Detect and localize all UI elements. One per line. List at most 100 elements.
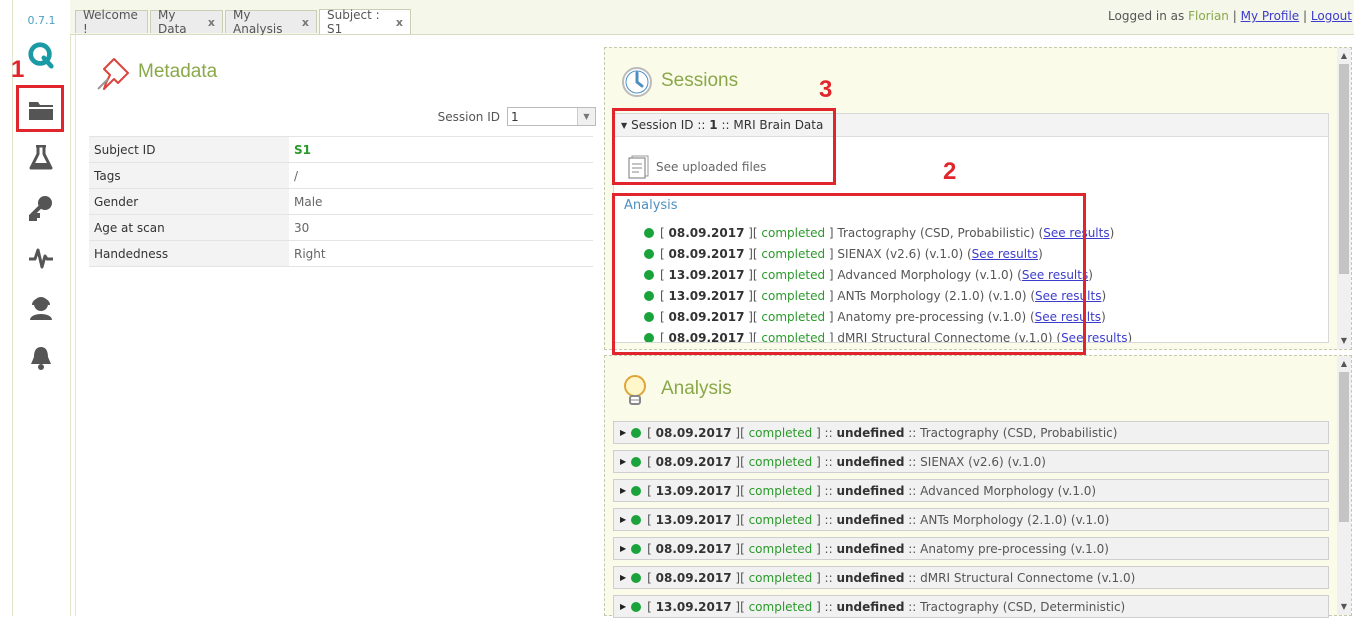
analysis-row[interactable]: ▶[ 08.09.2017 ][ completed ] :: undefine… [613, 566, 1329, 589]
flask-icon[interactable] [27, 144, 55, 172]
analysis-row[interactable]: ▶[ 08.09.2017 ][ completed ] :: undefine… [613, 537, 1329, 560]
metadata-key: Subject ID [89, 136, 289, 163]
metadata-value: 30 [289, 214, 593, 241]
clock-icon [621, 66, 653, 101]
key-icon[interactable] [27, 194, 55, 222]
metadata-value: Right [289, 240, 593, 267]
session-id-value: 1 [511, 110, 519, 124]
analysis-row[interactable]: ▶[ 08.09.2017 ][ completed ] :: undefine… [613, 450, 1329, 473]
table-row: Gender Male [89, 188, 593, 215]
analysis-date: 13.09.2017 [655, 483, 732, 498]
metadata-value: / [289, 162, 593, 189]
analysis-status: completed [748, 541, 813, 556]
caret-right-icon[interactable]: ▶ [620, 602, 626, 611]
analysis-status: completed [748, 512, 813, 527]
tab-label: Welcome ! [83, 8, 138, 36]
caret-right-icon[interactable]: ▶ [620, 544, 626, 553]
tab-my-analysis[interactable]: My Analysis x [225, 8, 317, 36]
caret-right-icon[interactable]: ▶ [620, 428, 626, 437]
close-icon[interactable]: x [396, 16, 403, 29]
status-dot [631, 427, 642, 438]
close-icon[interactable]: x [208, 16, 215, 29]
bell-icon[interactable] [27, 344, 55, 372]
table-row: Age at scan 30 [89, 214, 593, 241]
scroll-thumb[interactable] [1339, 372, 1349, 522]
analysis-subject: undefined [836, 425, 905, 440]
annotation-number-3: 3 [819, 76, 833, 103]
analysis-name: ANTs Morphology (2.1.0) (v.1.0) [920, 512, 1110, 527]
analysis-date: 13.09.2017 [655, 512, 732, 527]
metadata-key: Gender [89, 188, 289, 215]
login-info: Logged in as Florian | My Profile | Logo… [1108, 9, 1352, 23]
analysis-subject: undefined [836, 512, 905, 527]
metadata-value: S1 [289, 136, 593, 163]
caret-right-icon[interactable]: ▶ [620, 515, 626, 524]
scroll-thumb[interactable] [1339, 64, 1349, 274]
login-user: Florian [1188, 9, 1229, 23]
analysis-subject: undefined [836, 599, 905, 614]
logout-link[interactable]: Logout [1311, 9, 1352, 23]
metadata-key: Handedness [89, 240, 289, 267]
tab-label: My Data [158, 8, 187, 36]
analysis-row[interactable]: ▶[ 13.09.2017 ][ completed ] :: undefine… [613, 595, 1329, 618]
analysis-date: 08.09.2017 [655, 425, 732, 440]
logo-icon[interactable] [27, 41, 55, 69]
pulse-icon[interactable] [27, 244, 55, 272]
tab-label: My Analysis [233, 8, 283, 36]
sessions-title: Sessions [661, 70, 739, 91]
scroll-up-icon[interactable]: ▲ [1337, 358, 1351, 370]
analysis-name: Tractography (CSD, Probabilistic) [920, 425, 1118, 440]
tab-my-data[interactable]: My Data x [150, 8, 223, 36]
analysis-status: completed [748, 599, 813, 614]
table-row: Handedness Right [89, 240, 593, 267]
analysis-subject: undefined [836, 570, 905, 585]
status-dot [631, 601, 642, 612]
metadata-title: Metadata [138, 61, 218, 82]
status-dot [631, 572, 642, 583]
annotation-box-1 [16, 85, 64, 132]
user-support-icon[interactable] [27, 294, 55, 322]
analysis-status: completed [748, 570, 813, 585]
analysis-subject: undefined [836, 483, 905, 498]
annotation-box-3 [612, 108, 836, 185]
scroll-up-icon[interactable]: ▲ [1337, 50, 1351, 62]
status-dot [631, 485, 642, 496]
metadata-value: Male [289, 188, 593, 215]
table-row: Subject ID S1 [89, 136, 593, 163]
status-dot [631, 543, 642, 554]
analysis-name: Advanced Morphology (v.1.0) [920, 483, 1097, 498]
tab-subject-s1[interactable]: Subject : S1 x [319, 8, 411, 36]
annotation-box-2 [612, 193, 1086, 355]
close-icon[interactable]: x [302, 16, 309, 29]
tab-bar: Welcome ! My Data x My Analysis x Subjec… [70, 0, 1354, 36]
analysis-status: completed [748, 483, 813, 498]
caret-right-icon[interactable]: ▶ [620, 573, 626, 582]
scroll-down-icon[interactable]: ▼ [1337, 335, 1351, 347]
scroll-down-icon[interactable]: ▼ [1337, 601, 1351, 613]
caret-right-icon[interactable]: ▶ [620, 457, 626, 466]
separator: | [1232, 9, 1237, 23]
analysis-row[interactable]: ▶[ 13.09.2017 ][ completed ] :: undefine… [613, 479, 1329, 502]
analysis-date: 08.09.2017 [655, 541, 732, 556]
table-row: Tags / [89, 162, 593, 189]
analysis-subject: undefined [836, 541, 905, 556]
analysis-name: Anatomy pre-processing (v.1.0) [920, 541, 1109, 556]
analysis-title: Analysis [661, 378, 732, 399]
tab-label: Subject : S1 [327, 8, 380, 36]
analysis-row[interactable]: ▶[ 13.09.2017 ][ completed ] :: undefine… [613, 508, 1329, 531]
session-id-select[interactable]: 1 ▼ [507, 107, 596, 126]
sessions-scrollbar[interactable]: ▲ ▼ [1337, 48, 1351, 349]
tab-welcome[interactable]: Welcome ! [75, 8, 148, 36]
metadata-table: Subject ID S1 Tags / Gender Male Age at … [89, 136, 593, 267]
annotation-number-1: 1 [11, 56, 25, 83]
lightbulb-icon [621, 374, 649, 411]
annotation-number-2: 2 [943, 158, 957, 185]
session-id-label: Session ID [437, 110, 500, 124]
analysis-date: 13.09.2017 [655, 599, 732, 614]
analysis-scrollbar[interactable]: ▲ ▼ [1337, 356, 1351, 615]
analysis-row[interactable]: ▶[ 08.09.2017 ][ completed ] :: undefine… [613, 421, 1329, 444]
version-label: 0.7.1 [27, 14, 56, 27]
my-profile-link[interactable]: My Profile [1241, 9, 1300, 23]
chevron-down-icon[interactable]: ▼ [577, 108, 595, 125]
caret-right-icon[interactable]: ▶ [620, 486, 626, 495]
